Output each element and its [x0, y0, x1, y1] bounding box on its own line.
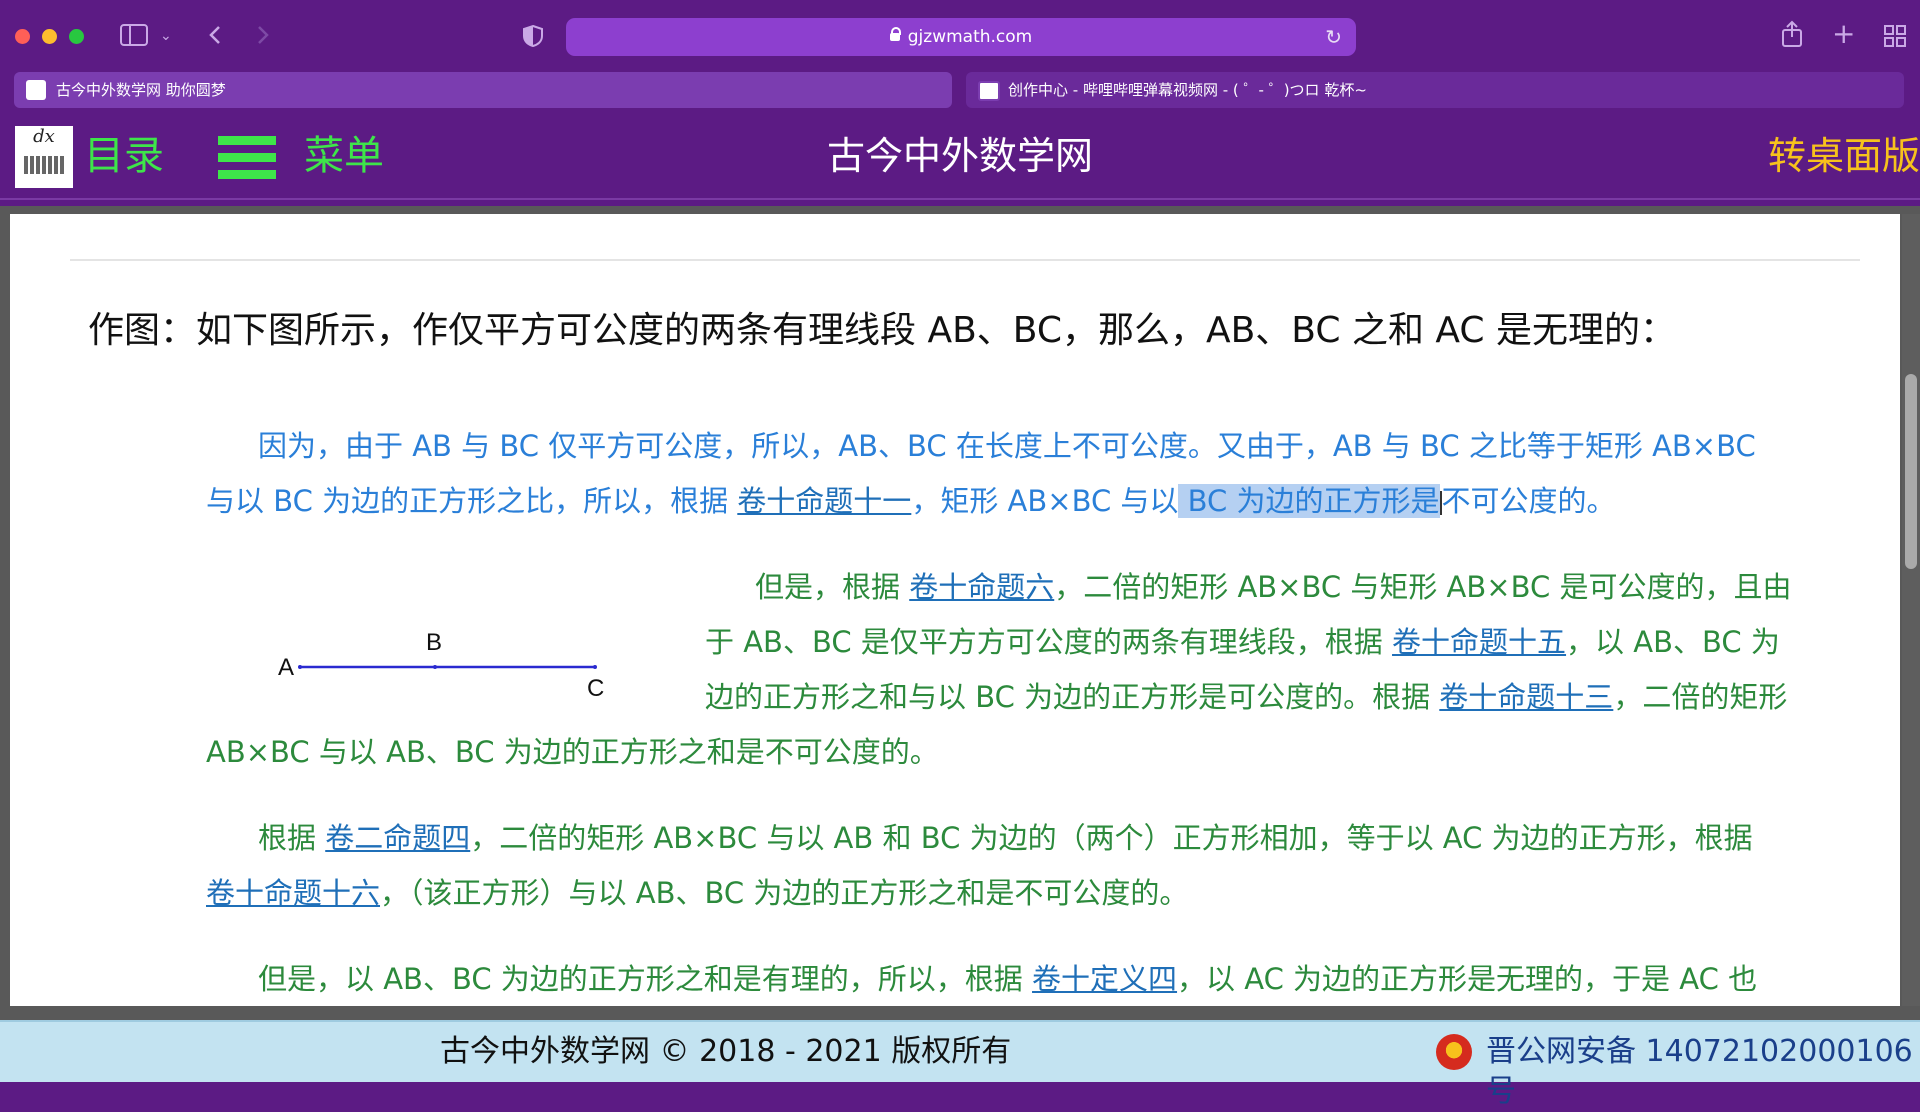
- link-book10-prop15[interactable]: 卷十命题十五: [1392, 625, 1566, 659]
- sidebar-toggle-icon[interactable]: [120, 24, 148, 46]
- link-book10-prop11[interactable]: 卷十命题十一: [737, 484, 911, 518]
- browser-toolbar: ⌄ gjzwmath.com ↻ +: [0, 0, 1920, 72]
- minimize-window-button[interactable]: [42, 29, 57, 44]
- line-segment-diagram: A B C: [278, 629, 604, 702]
- text: 但是，根据: [755, 570, 910, 604]
- link-book10-prop6[interactable]: 卷十命题六: [909, 570, 1054, 604]
- text: 不可公度的。: [1441, 484, 1616, 518]
- text: 与以 BC 为边的正方形之比，所以，根据: [206, 484, 738, 518]
- text: ，以 AB、BC 为: [1566, 625, 1780, 659]
- content-frame: 作图：如下图所示，作仅平方可公度的两条有理线段 AB、BC，那么，AB、BC 之…: [0, 206, 1920, 1020]
- forward-icon[interactable]: [254, 24, 272, 46]
- text: 边的正方形之和与以 BC 为边的正方形是可公度的。根据: [705, 680, 1440, 714]
- paragraph-2-line-1: 但是，根据 卷十命题六，二倍的矩形 AB×BC 与矩形 AB×BC 是可公度的，…: [755, 560, 1791, 615]
- site-favicon-icon: [26, 80, 46, 100]
- share-icon[interactable]: [1780, 20, 1804, 48]
- site-header: dx 目录 菜单 古今中外数学网 转桌面版: [0, 120, 1920, 200]
- label-a: A: [278, 654, 294, 681]
- text: ，二倍的矩形 AB×BC 与以 AB 和 BC 为边的（两个）正方形相加，等于以…: [470, 821, 1753, 855]
- paragraph-4-line-1: 但是，以 AB、BC 为边的正方形之和是有理的，所以，根据 卷十定义四，以 AC…: [258, 952, 1757, 1006]
- zoom-window-button[interactable]: [69, 29, 84, 44]
- lock-icon: [889, 27, 901, 41]
- chevron-down-icon[interactable]: ⌄: [160, 24, 172, 48]
- link-book10-def4[interactable]: 卷十定义四: [1032, 962, 1177, 996]
- construction-heading: 作图：如下图所示，作仅平方可公度的两条有理线段 AB、BC，那么，AB、BC 之…: [88, 310, 1676, 351]
- point-a: [298, 665, 302, 669]
- text: ，以 AC 为边的正方形是无理的，于是 AC 也: [1177, 962, 1758, 996]
- paragraph-2-line-4: AB×BC 与以 AB、BC 为边的正方形之和是不可公度的。: [206, 735, 939, 769]
- desktop-version-link[interactable]: 转桌面版: [1768, 128, 1920, 184]
- police-badge-icon: [1436, 1034, 1472, 1070]
- text: ，矩形 AB×BC 与以: [911, 484, 1179, 518]
- close-window-button[interactable]: [15, 29, 30, 44]
- label-b: B: [426, 629, 442, 656]
- address-bar[interactable]: gjzwmath.com ↻: [566, 18, 1356, 56]
- selected-text: BC 为边的正方形是: [1178, 484, 1440, 518]
- link-book10-prop13[interactable]: 卷十命题十三: [1439, 680, 1613, 714]
- paragraph-1-line-2: 与以 BC 为边的正方形之比，所以，根据 卷十命题十一，矩形 AB×BC 与以 …: [206, 474, 1616, 529]
- reload-icon[interactable]: ↻: [1325, 18, 1342, 56]
- divider: [70, 259, 1860, 261]
- text: ，二倍的矩形 AB×BC 与矩形 AB×BC 是可公度的，且由: [1054, 570, 1792, 604]
- point-c: [593, 665, 597, 669]
- tab-label: 创作中心 - 哔哩哔哩弹幕视频网 - ( ゜- ゜)つロ 乾杯~: [1008, 81, 1367, 99]
- new-tab-icon[interactable]: +: [1832, 20, 1855, 48]
- text: ，二倍的矩形: [1613, 680, 1788, 714]
- point-b: [433, 665, 437, 669]
- site-title: 古今中外数学网: [826, 134, 1093, 178]
- url-text: gjzwmath.com: [907, 27, 1033, 47]
- paragraph-3-line-1: 根据 卷二命题四，二倍的矩形 AB×BC 与以 AB 和 BC 为边的（两个）正…: [258, 811, 1753, 866]
- scrollbar-thumb[interactable]: [1905, 374, 1917, 569]
- text: 根据: [258, 821, 326, 855]
- tab-overview-icon[interactable]: [1884, 25, 1906, 47]
- site-footer: 古今中外数学网 © 2018 - 2021 版权所有 晋公网安备 1407210…: [0, 1020, 1920, 1109]
- link-book2-prop4[interactable]: 卷二命题四: [325, 821, 470, 855]
- copyright-text: 古今中外数学网 © 2018 - 2021 版权所有: [440, 1034, 1012, 1069]
- text: 于 AB、BC 是仅平方方可公度的两条有理线段，根据: [705, 625, 1393, 659]
- tab-gjzwmath[interactable]: 古今中外数学网 助你圆梦: [14, 72, 952, 108]
- tab-bilibili[interactable]: 创作中心 - 哔哩哔哩弹幕视频网 - ( ゜- ゜)つロ 乾杯~: [966, 72, 1904, 108]
- privacy-shield-icon[interactable]: [522, 24, 544, 48]
- bilibili-tv-icon: [978, 81, 1000, 101]
- back-icon[interactable]: [206, 24, 224, 46]
- paragraph-3-line-2: 卷十命题十六，（该正方形）与以 AB、BC 为边的正方形之和是不可公度的。: [206, 866, 1188, 921]
- label-c: C: [587, 675, 604, 702]
- tab-label: 古今中外数学网 助你圆梦: [56, 81, 226, 99]
- paragraph-2-line-2: 于 AB、BC 是仅平方方可公度的两条有理线段，根据 卷十命题十五，以 AB、B…: [705, 615, 1780, 670]
- text: ，（该正方形）与以 AB、BC 为边的正方形之和是不可公度的。: [380, 876, 1189, 910]
- text: 但是，以 AB、BC 为边的正方形之和是有理的，所以，根据: [258, 962, 1033, 996]
- page-scrollbar[interactable]: [1902, 214, 1920, 1006]
- link-book10-prop16[interactable]: 卷十命题十六: [206, 876, 380, 910]
- paragraph-2-line-3: 边的正方形之和与以 BC 为边的正方形是可公度的。根据 卷十命题十三，二倍的矩形: [705, 670, 1787, 725]
- article-content: 作图：如下图所示，作仅平方可公度的两条有理线段 AB、BC，那么，AB、BC 之…: [10, 214, 1900, 1006]
- police-record-link[interactable]: 晋公网安备 14072102000106 号: [1486, 1032, 1920, 1112]
- paragraph-1-line-1: 因为，由于 AB 与 BC 仅平方可公度，所以，AB、BC 在长度上不可公度。又…: [258, 429, 1756, 463]
